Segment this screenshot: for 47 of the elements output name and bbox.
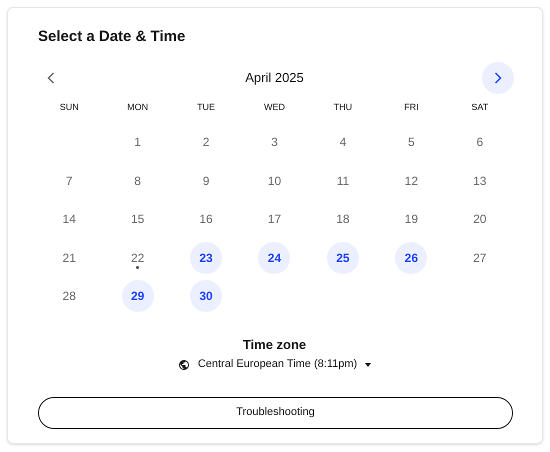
day-button[interactable]: 29 <box>122 280 154 312</box>
next-month-button[interactable] <box>482 62 514 94</box>
day-number: 16 <box>198 211 214 228</box>
time-zone-label: Time zone <box>242 336 306 354</box>
day-number: 12 <box>404 172 420 190</box>
day-button[interactable]: 24 <box>258 242 290 274</box>
day-number: 15 <box>130 211 146 228</box>
day-number: 10 <box>266 172 282 190</box>
weekday-label: MON <box>127 101 148 114</box>
weekday-label: FRI <box>404 101 419 114</box>
day-button[interactable]: 30 <box>190 280 222 312</box>
day-button[interactable]: 23 <box>190 242 222 274</box>
chevron-left-icon <box>47 72 55 84</box>
weekday-label: TUE <box>197 101 216 114</box>
day-number: 3 <box>270 134 279 152</box>
day-number: 1 <box>133 134 142 152</box>
day-number: 5 <box>407 134 416 152</box>
caret-icon <box>365 362 372 366</box>
day-number: 14 <box>62 211 77 228</box>
weekday-label: THU <box>334 101 352 114</box>
weekday-label: SAT <box>471 101 488 114</box>
day-number: 28 <box>62 288 77 306</box>
page-title: Select a Date & Time <box>38 27 186 47</box>
weekday-label: SUN <box>60 101 79 114</box>
day-number: 18 <box>335 211 351 228</box>
day-button[interactable]: 25 <box>326 242 359 274</box>
troubleshooting-button[interactable]: Troubleshooting <box>38 396 513 428</box>
day-number: 27 <box>472 250 488 267</box>
day-number: 6 <box>475 134 484 152</box>
day-number: 9 <box>202 172 210 190</box>
day-number: 8 <box>133 172 142 190</box>
day-number: 11 <box>336 172 350 190</box>
day-number: 4 <box>338 134 348 152</box>
day-button[interactable]: 26 <box>395 242 428 274</box>
day-number: 13 <box>472 172 488 190</box>
day-number: 21 <box>62 250 77 267</box>
day-number: 17 <box>266 211 282 228</box>
chevron-right-icon <box>494 72 502 84</box>
day-number: 20 <box>472 211 488 228</box>
globe-icon <box>178 358 190 370</box>
time-zone-dropdown[interactable]: Central European Time (8:11pm) <box>178 356 372 373</box>
day-number: 2 <box>202 134 210 152</box>
day-number: 7 <box>64 172 74 190</box>
month-label: April 2025 <box>245 69 304 88</box>
day-number: 22 <box>122 242 154 274</box>
weekday-label: WED <box>264 101 285 114</box>
day-number: 19 <box>404 211 420 228</box>
